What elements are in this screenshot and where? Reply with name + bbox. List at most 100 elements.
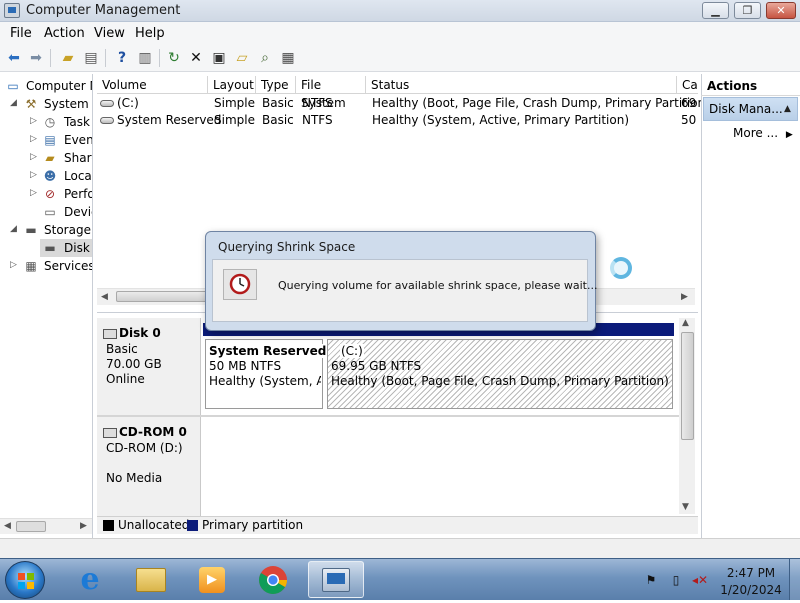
expand-icon[interactable]: ▷: [10, 260, 17, 270]
clock-date[interactable]: 1/20/2024: [716, 583, 786, 597]
tree-horizontal-scrollbar[interactable]: ◀ ▶: [0, 518, 92, 534]
column-file-system[interactable]: File System: [296, 76, 366, 110]
properties-icon[interactable]: ▣: [209, 48, 229, 68]
menu-file[interactable]: File: [10, 26, 32, 41]
column-type[interactable]: Type: [256, 76, 296, 94]
partition-system-reserved[interactable]: System Reserved 50 MB NTFS Healthy (Syst…: [205, 339, 327, 409]
show-desktop-button[interactable]: [789, 559, 800, 600]
file-explorer-icon: [136, 567, 166, 592]
expand-icon[interactable]: ▷: [30, 152, 37, 162]
refresh-icon[interactable]: ↻: [164, 48, 184, 68]
start-button[interactable]: [5, 561, 45, 599]
taskbar-computer-management[interactable]: [308, 561, 364, 598]
shared-folders-icon: ▰: [45, 151, 55, 165]
clock-icon: [223, 269, 257, 300]
expand-icon[interactable]: ▷: [30, 134, 37, 144]
window-title: Computer Management: [26, 3, 181, 18]
collapse-up-icon[interactable]: ▲: [784, 98, 791, 120]
column-layout[interactable]: Layout: [208, 76, 256, 94]
menu-help[interactable]: Help: [135, 26, 165, 41]
cd-drive-icon: [103, 427, 117, 438]
partition-c-drive[interactable]: (C:) 69.95 GB NTFS Healthy (Boot, Page F…: [327, 339, 673, 409]
show-hide-tree-icon[interactable]: ▤: [81, 48, 101, 68]
scroll-right-icon[interactable]: ▶: [681, 292, 688, 302]
minimize-button[interactable]: ▁: [702, 2, 729, 19]
volume-row[interactable]: System Reserved Simple Basic NTFS Health…: [97, 112, 698, 129]
scroll-thumb[interactable]: [116, 291, 211, 302]
scroll-up-icon[interactable]: ▲: [682, 318, 689, 328]
computer-management-icon: [4, 3, 20, 18]
status-bar: [0, 538, 800, 558]
collapse-icon[interactable]: ◢: [10, 224, 17, 234]
taskbar-file-explorer[interactable]: [123, 561, 179, 598]
menu-action[interactable]: Action: [44, 26, 85, 41]
tree-item-label: Task: [64, 115, 90, 129]
search-icon[interactable]: ⌕: [255, 48, 275, 68]
help-icon[interactable]: ?: [112, 48, 132, 68]
actions-title: Actions: [701, 76, 800, 96]
expand-icon[interactable]: ▷: [30, 170, 37, 180]
busy-spinner-icon: [610, 257, 632, 279]
drive-icon: [100, 117, 114, 124]
delete-icon[interactable]: ✕: [186, 48, 206, 68]
more-actions-label: More ...: [733, 126, 779, 140]
tree-item-disk-management[interactable]: ▬ Disk: [40, 239, 92, 257]
device-manager-icon: ▭: [44, 205, 56, 219]
volume-row[interactable]: (C:) Simple Basic NTFS Healthy (Boot, Pa…: [97, 95, 710, 112]
actions-group-disk-management[interactable]: Disk Mana... ▲: [703, 97, 798, 121]
forward-icon[interactable]: ➡: [26, 48, 46, 68]
disk-0-label[interactable]: Disk 0 Basic 70.00 GB Online: [97, 318, 201, 415]
back-icon[interactable]: ⬅: [4, 48, 24, 68]
internet-explorer-icon: e: [80, 562, 100, 597]
windows-logo-icon: [18, 573, 34, 589]
open-icon[interactable]: ▱: [232, 48, 252, 68]
volume-name: (C:): [117, 96, 139, 110]
show-hide-action-pane-icon[interactable]: ▥: [135, 48, 155, 68]
hard-disk-icon: [103, 328, 117, 339]
disk-properties-icon[interactable]: ▦: [278, 48, 298, 68]
scroll-thumb[interactable]: [681, 332, 694, 440]
monitor-screen: [327, 572, 345, 584]
legend: Unallocated Primary partition: [97, 516, 698, 534]
clock-time[interactable]: 2:47 PM: [716, 566, 786, 580]
storage-icon: ▬: [25, 223, 37, 237]
column-capacity[interactable]: Ca: [677, 76, 698, 94]
scroll-left-icon[interactable]: ◀: [4, 521, 11, 531]
taskbar-internet-explorer[interactable]: e: [62, 561, 118, 598]
tree-item-label: Devic: [64, 205, 92, 219]
tree-item-label: Even: [64, 133, 93, 147]
scroll-thumb[interactable]: [16, 521, 46, 532]
expand-icon[interactable]: ▷: [30, 116, 37, 126]
scroll-right-icon[interactable]: ▶: [80, 521, 87, 531]
tree-item-label: Disk: [64, 241, 90, 255]
collapse-icon[interactable]: ◢: [10, 98, 17, 108]
partition-size: 50 MB NTFS: [209, 359, 282, 373]
more-actions[interactable]: More ... ▶: [733, 126, 793, 140]
volume-muted-icon[interactable]: ◂✕: [692, 573, 708, 589]
console-tree: ▭ Computer M ◢ ⚒ System T ▷ ◷ Task ▷ ▤ E…: [0, 74, 93, 538]
column-status[interactable]: Status: [366, 76, 677, 94]
scroll-down-icon[interactable]: ▼: [682, 502, 689, 512]
maximize-button[interactable]: ❐: [734, 2, 761, 19]
submenu-arrow-icon: ▶: [785, 130, 793, 140]
column-volume[interactable]: Volume: [97, 76, 208, 94]
volume-fs: NTFS: [302, 96, 333, 110]
disk-0-kind: Basic: [106, 342, 138, 356]
cdrom-0-label[interactable]: CD-ROM 0 CD-ROM (D:) No Media: [97, 417, 201, 516]
network-icon[interactable]: ▯: [668, 573, 684, 589]
dialog-title: Querying Shrink Space: [218, 240, 356, 254]
menu-view[interactable]: View: [94, 26, 125, 41]
media-player-icon: ▶: [199, 566, 225, 593]
tree-item-label: Perfo: [64, 187, 93, 201]
services-icon: ▦: [25, 259, 37, 273]
actions-pane: [701, 74, 800, 538]
close-button[interactable]: ✕: [766, 2, 796, 19]
cdrom-0-name: CD-ROM 0: [103, 425, 187, 439]
expand-icon[interactable]: ▷: [30, 188, 37, 198]
taskbar-chrome[interactable]: [245, 561, 301, 598]
partition-size: 69.95 GB NTFS: [331, 359, 422, 373]
up-folder-icon[interactable]: ▰: [58, 48, 78, 68]
taskbar-media-player[interactable]: ▶: [184, 561, 240, 598]
scroll-left-icon[interactable]: ◀: [101, 292, 108, 302]
action-center-flag-icon[interactable]: ⚑: [643, 573, 659, 589]
